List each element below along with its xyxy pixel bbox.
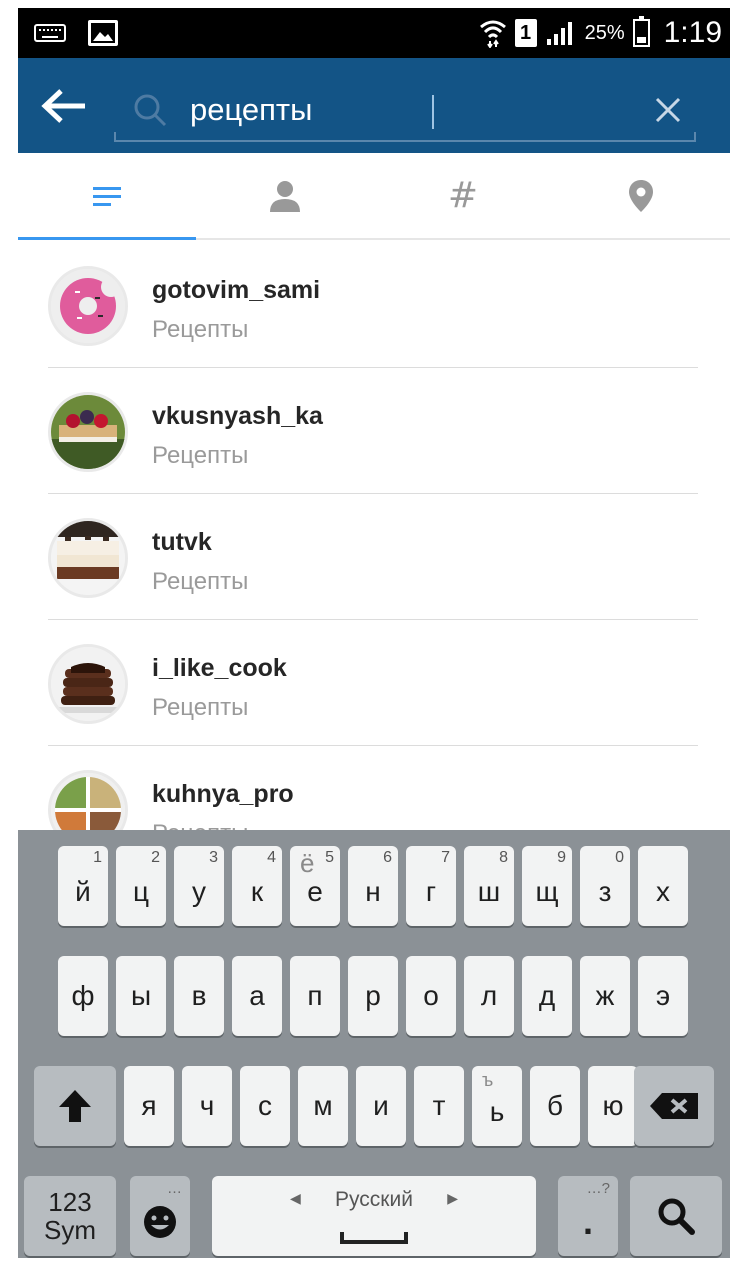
key-row2[interactable]: р (348, 956, 398, 1036)
key-row2[interactable]: ы (116, 956, 166, 1036)
key-row2[interactable]: ф (58, 956, 108, 1036)
language-right-icon: ▶ (447, 1190, 458, 1206)
key-row3[interactable]: м (298, 1066, 348, 1146)
key-row2[interactable]: ж (580, 956, 630, 1036)
space-key[interactable]: ◀ Русский ▶ (212, 1176, 536, 1256)
on-screen-keyboard: 1 й 2 ц 3 у 4 к ё 5 е 6 н 7 г 8 ш 9 щ 0 … (18, 830, 730, 1258)
signal-icon (546, 22, 572, 45)
key-row3[interactable]: ч (182, 1066, 232, 1146)
list-item[interactable]: vkusnyash_ka Рецепты (18, 368, 730, 494)
key-row2[interactable]: д (522, 956, 572, 1036)
key-row1[interactable]: 6 н (348, 846, 398, 926)
result-full-name: Рецепты (152, 568, 249, 595)
clock: 1:19 (663, 16, 722, 49)
key-row1[interactable]: 4 к (232, 846, 282, 926)
result-full-name: Рецепты (152, 442, 249, 469)
search-input[interactable] (190, 88, 630, 132)
backspace-key[interactable] (634, 1066, 714, 1146)
battery-icon (632, 16, 650, 47)
result-username: i_like_cook (152, 654, 287, 682)
key-row1[interactable]: 8 ш (464, 846, 514, 926)
shift-arrow-icon (59, 1090, 91, 1122)
period-key[interactable]: …? . (558, 1176, 618, 1256)
result-username: kuhnya_pro (152, 780, 294, 808)
key-row2[interactable]: э (638, 956, 688, 1036)
search-key[interactable] (630, 1176, 722, 1256)
keyboard-icon (34, 24, 66, 42)
key-row2[interactable]: о (406, 956, 456, 1036)
result-full-name: Рецепты (152, 694, 249, 721)
search-icon (658, 1198, 695, 1235)
key-row1[interactable]: 1 й (58, 846, 108, 926)
list-icon (93, 186, 121, 206)
key-row1[interactable]: 3 у (174, 846, 224, 926)
key-row3[interactable]: с (240, 1066, 290, 1146)
result-username: tutvk (152, 528, 212, 556)
search-tabs: # (18, 153, 730, 240)
search-results-list: gotovim_sami Рецепты vkusnyash_ka Рецепт… (18, 242, 730, 872)
text-cursor (432, 95, 434, 129)
avatar (48, 644, 128, 724)
space-bar-icon (340, 1232, 408, 1244)
close-icon[interactable] (652, 94, 684, 126)
key-row2[interactable]: в (174, 956, 224, 1036)
avatar (48, 518, 128, 598)
person-icon (270, 180, 300, 212)
key-row3[interactable]: т (414, 1066, 464, 1146)
key-row3[interactable]: ю (588, 1066, 638, 1146)
emoji-key[interactable]: … (130, 1176, 190, 1256)
wifi-icon (479, 20, 506, 48)
result-username: gotovim_sami (152, 276, 321, 304)
avatar (48, 266, 128, 346)
screen: 1 25% 1:19 рецепты # gotovim_sami Рецепт… (18, 8, 730, 1258)
tab-top[interactable] (18, 153, 196, 240)
search-icon (134, 94, 167, 127)
location-pin-icon (629, 179, 653, 212)
key-row1[interactable]: 2 ц (116, 846, 166, 926)
tab-tags[interactable]: # (374, 153, 552, 238)
shift-key[interactable] (34, 1066, 116, 1146)
tab-places[interactable] (552, 153, 730, 238)
tab-people[interactable] (196, 153, 374, 238)
status-bar: 1 25% 1:19 (18, 8, 730, 58)
key-row3[interactable]: и (356, 1066, 406, 1146)
key-row2[interactable]: п (290, 956, 340, 1036)
hashtag-icon: # (447, 175, 479, 216)
battery-percent: 25% (584, 21, 625, 44)
key-row3[interactable]: б (530, 1066, 580, 1146)
backspace-icon (650, 1093, 698, 1119)
smiley-icon (144, 1206, 176, 1238)
key-row1[interactable]: ё 5 е (290, 846, 340, 926)
search-field[interactable] (114, 78, 696, 142)
back-button[interactable] (40, 84, 88, 128)
key-row1[interactable]: х (638, 846, 688, 926)
key-row2[interactable]: л (464, 956, 514, 1036)
list-item[interactable]: i_like_cook Рецепты (18, 620, 730, 746)
key-row1[interactable]: 9 щ (522, 846, 572, 926)
list-item[interactable]: gotovim_sami Рецепты (18, 242, 730, 368)
key-row2[interactable]: а (232, 956, 282, 1036)
key-row3[interactable]: ъ ь (472, 1066, 522, 1146)
key-row1[interactable]: 0 з (580, 846, 630, 926)
result-username: vkusnyash_ka (152, 402, 323, 430)
list-item[interactable]: tutvk Рецепты (18, 494, 730, 620)
avatar (48, 392, 128, 472)
key-row1[interactable]: 7 г (406, 846, 456, 926)
arrow-left-icon (41, 89, 85, 123)
result-full-name: Рецепты (152, 316, 249, 343)
symbols-key[interactable]: 123 Sym (24, 1176, 116, 1256)
search-app-bar (18, 58, 730, 153)
key-row3[interactable]: я (124, 1066, 174, 1146)
sim-slot-badge: 1 (514, 19, 537, 47)
image-notification-icon (88, 20, 118, 46)
